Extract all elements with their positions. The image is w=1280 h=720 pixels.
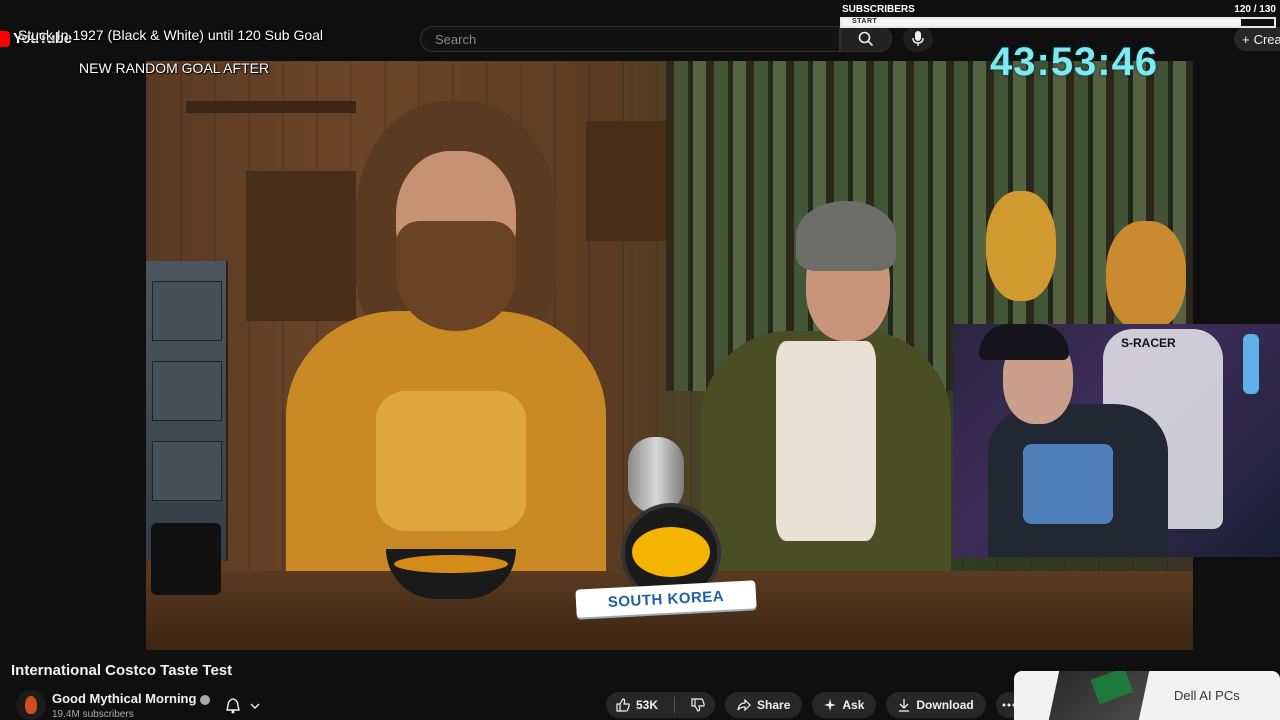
video-title: International Costco Taste Test [11, 662, 233, 679]
channel-name: Good Mythical Morning [52, 691, 197, 706]
drawer [152, 361, 222, 421]
filing-cabinet [146, 261, 228, 561]
mic-icon [912, 31, 924, 46]
search-icon [858, 31, 874, 47]
flame-icon [25, 696, 37, 714]
subscriber-progress-track: START [840, 17, 1276, 28]
youtube-play-icon [0, 30, 10, 47]
share-label: Share [757, 698, 791, 712]
stream-timer: 43:53:46 [990, 40, 1159, 84]
create-button[interactable]: + Crea [1234, 27, 1280, 51]
guitar-image [1106, 221, 1186, 331]
streamer-webcam: S-RACER [953, 324, 1280, 557]
thumbs-up-icon [616, 698, 630, 712]
chair-brand: S-RACER [1121, 336, 1176, 350]
screen: YouTube Search + Crea SOUTH KOREA Stuck … [0, 0, 1280, 720]
host-left-beard [396, 221, 516, 331]
divider [674, 697, 676, 713]
shelf [186, 101, 356, 113]
drawer [152, 281, 222, 341]
soup [394, 555, 508, 573]
video-actions: 53K Share Ask Download [606, 692, 1022, 718]
lava-lamp [1243, 334, 1259, 394]
dislike-button[interactable] [681, 692, 715, 718]
subscriber-count: 120 / 130 [1234, 4, 1276, 15]
like-dislike-group: 53K [606, 692, 716, 718]
ask-button[interactable]: Ask [812, 692, 877, 718]
subscriber-goal-widget: SUBSCRIBERS 120 / 130 START [838, 2, 1280, 30]
bell-icon [226, 698, 240, 714]
shelf [246, 171, 356, 321]
host-left-shirt-print [376, 391, 526, 531]
like-count: 53K [636, 698, 659, 712]
subscriber-start-label: START [852, 18, 878, 25]
download-label: Download [916, 698, 974, 712]
host-right-tee [776, 341, 876, 541]
sparkle-icon [824, 699, 837, 711]
microphone [628, 437, 684, 513]
badge-soup-image [632, 527, 710, 577]
shelf [586, 121, 666, 241]
channel-name-link[interactable]: Good Mythical Morning [52, 691, 211, 706]
goal-subtitle-overlay: NEW RANDOM GOAL AFTER [79, 60, 270, 76]
share-button[interactable]: Share [725, 692, 803, 718]
notification-bell-button[interactable] [222, 694, 278, 718]
download-icon [899, 698, 910, 712]
channel-avatar[interactable] [16, 690, 46, 720]
download-button[interactable]: Download [886, 692, 986, 718]
verified-icon [200, 694, 211, 705]
search-input[interactable]: Search [420, 26, 840, 52]
ask-label: Ask [842, 698, 865, 712]
drawer [152, 441, 222, 501]
host-right-hair [796, 201, 896, 271]
plus-icon: + [1242, 31, 1250, 47]
subscriber-label: SUBSCRIBERS [842, 4, 915, 15]
like-button[interactable]: 53K [606, 692, 668, 718]
chevron-down-icon [250, 703, 260, 709]
guitar-image [986, 191, 1056, 301]
streamer-cap [979, 324, 1069, 360]
thumbs-down-icon [691, 698, 705, 712]
create-label: Crea [1253, 31, 1280, 47]
goal-title-overlay: Stuck In 1927 (Black & White) until 120 … [18, 27, 324, 43]
channel-subscribers: 19.4M subscribers [52, 709, 134, 720]
mug [151, 523, 221, 595]
country-banner-text: SOUTH KOREA [607, 587, 725, 611]
channel-row: Good Mythical Morning 19.4M subscribers [12, 690, 612, 720]
streamer-shirt-art [1023, 444, 1113, 524]
subscriber-progress-fill [842, 19, 1241, 26]
share-icon [737, 699, 751, 711]
ad-text: Dell AI PCs [1174, 688, 1240, 703]
ad-card[interactable]: Dell AI PCs [1014, 671, 1280, 720]
